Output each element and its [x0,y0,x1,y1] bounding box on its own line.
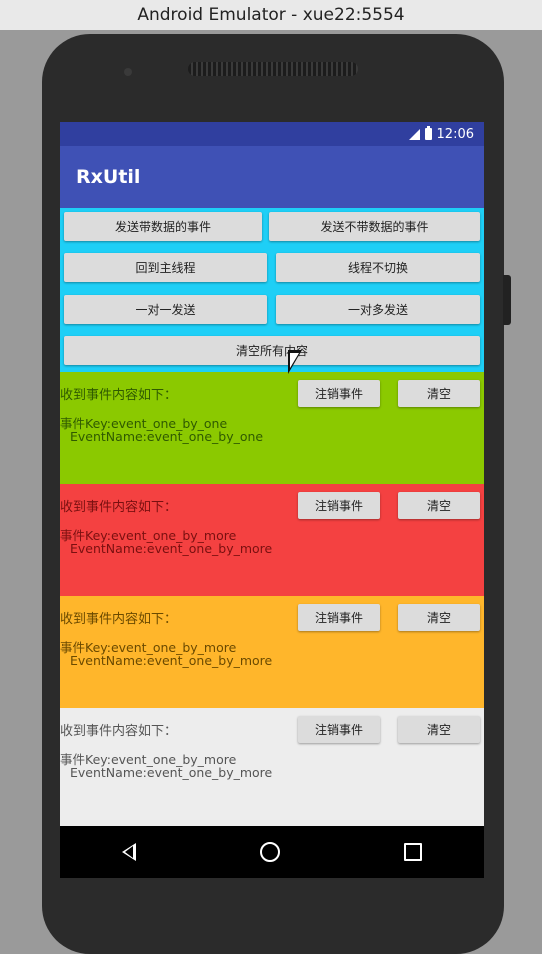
one-to-one-send-button[interactable]: 一对一发送 [64,295,267,324]
unregister-event-button[interactable]: 注销事件 [298,492,380,519]
navigation-bar [60,826,484,878]
power-button[interactable] [503,275,511,325]
back-icon[interactable] [122,843,136,861]
clear-all-content-button[interactable]: 清空所有内容 [64,336,480,365]
app-bar: RxUtil [60,146,484,208]
event-panel-3: 收到事件内容如下： 事件Key:event_one_by_more EventN… [60,596,484,708]
camera-icon [124,68,132,76]
event-name-text: EventName:event_one_by_more [70,541,273,556]
send-without-data-button[interactable]: 发送不带数据的事件 [269,212,480,241]
status-bar: 12:06 [60,122,484,146]
speaker-grille [188,62,358,76]
unregister-event-button[interactable]: 注销事件 [298,716,380,743]
mouse-cursor-icon [288,350,302,374]
event-name-text: EventName:event_one_by_more [70,653,273,668]
device-screen: 12:06 RxUtil 发送带数据的事件 发送不带数据的事件 回到主线程 线程… [60,122,484,878]
back-to-main-thread-button[interactable]: 回到主线程 [64,253,267,282]
event-panel-4: 收到事件内容如下： 事件Key:event_one_by_more EventN… [60,708,484,820]
status-time: 12:06 [436,126,474,142]
clear-button[interactable]: 清空 [398,492,480,519]
action-button-area: 发送带数据的事件 发送不带数据的事件 回到主线程 线程不切换 一对一发送 一对多… [60,208,484,372]
panel-heading: 收到事件内容如下： [60,724,178,739]
recent-apps-icon[interactable] [404,843,422,861]
panel-heading: 收到事件内容如下： [60,388,178,403]
send-with-data-button[interactable]: 发送带数据的事件 [64,212,262,241]
clear-button[interactable]: 清空 [398,716,480,743]
panel-heading: 收到事件内容如下： [60,500,178,515]
no-thread-switch-button[interactable]: 线程不切换 [276,253,480,282]
event-name-text: EventName:event_one_by_one [70,429,264,444]
panel-heading: 收到事件内容如下： [60,612,178,627]
unregister-event-button[interactable]: 注销事件 [298,380,380,407]
battery-icon [424,126,432,140]
emulator-window-title: Android Emulator - xue22:5554 [0,0,542,30]
unregister-event-button[interactable]: 注销事件 [298,604,380,631]
event-name-text: EventName:event_one_by_more [70,765,273,780]
home-icon[interactable] [260,842,280,862]
clear-button[interactable]: 清空 [398,604,480,631]
event-panel-1: 收到事件内容如下： 事件Key:event_one_by_one EventNa… [60,372,484,484]
app-title: RxUtil [76,166,141,188]
clear-button[interactable]: 清空 [398,380,480,407]
signal-icon [408,128,420,140]
one-to-many-send-button[interactable]: 一对多发送 [276,295,480,324]
event-panel-2: 收到事件内容如下： 事件Key:event_one_by_more EventN… [60,484,484,596]
